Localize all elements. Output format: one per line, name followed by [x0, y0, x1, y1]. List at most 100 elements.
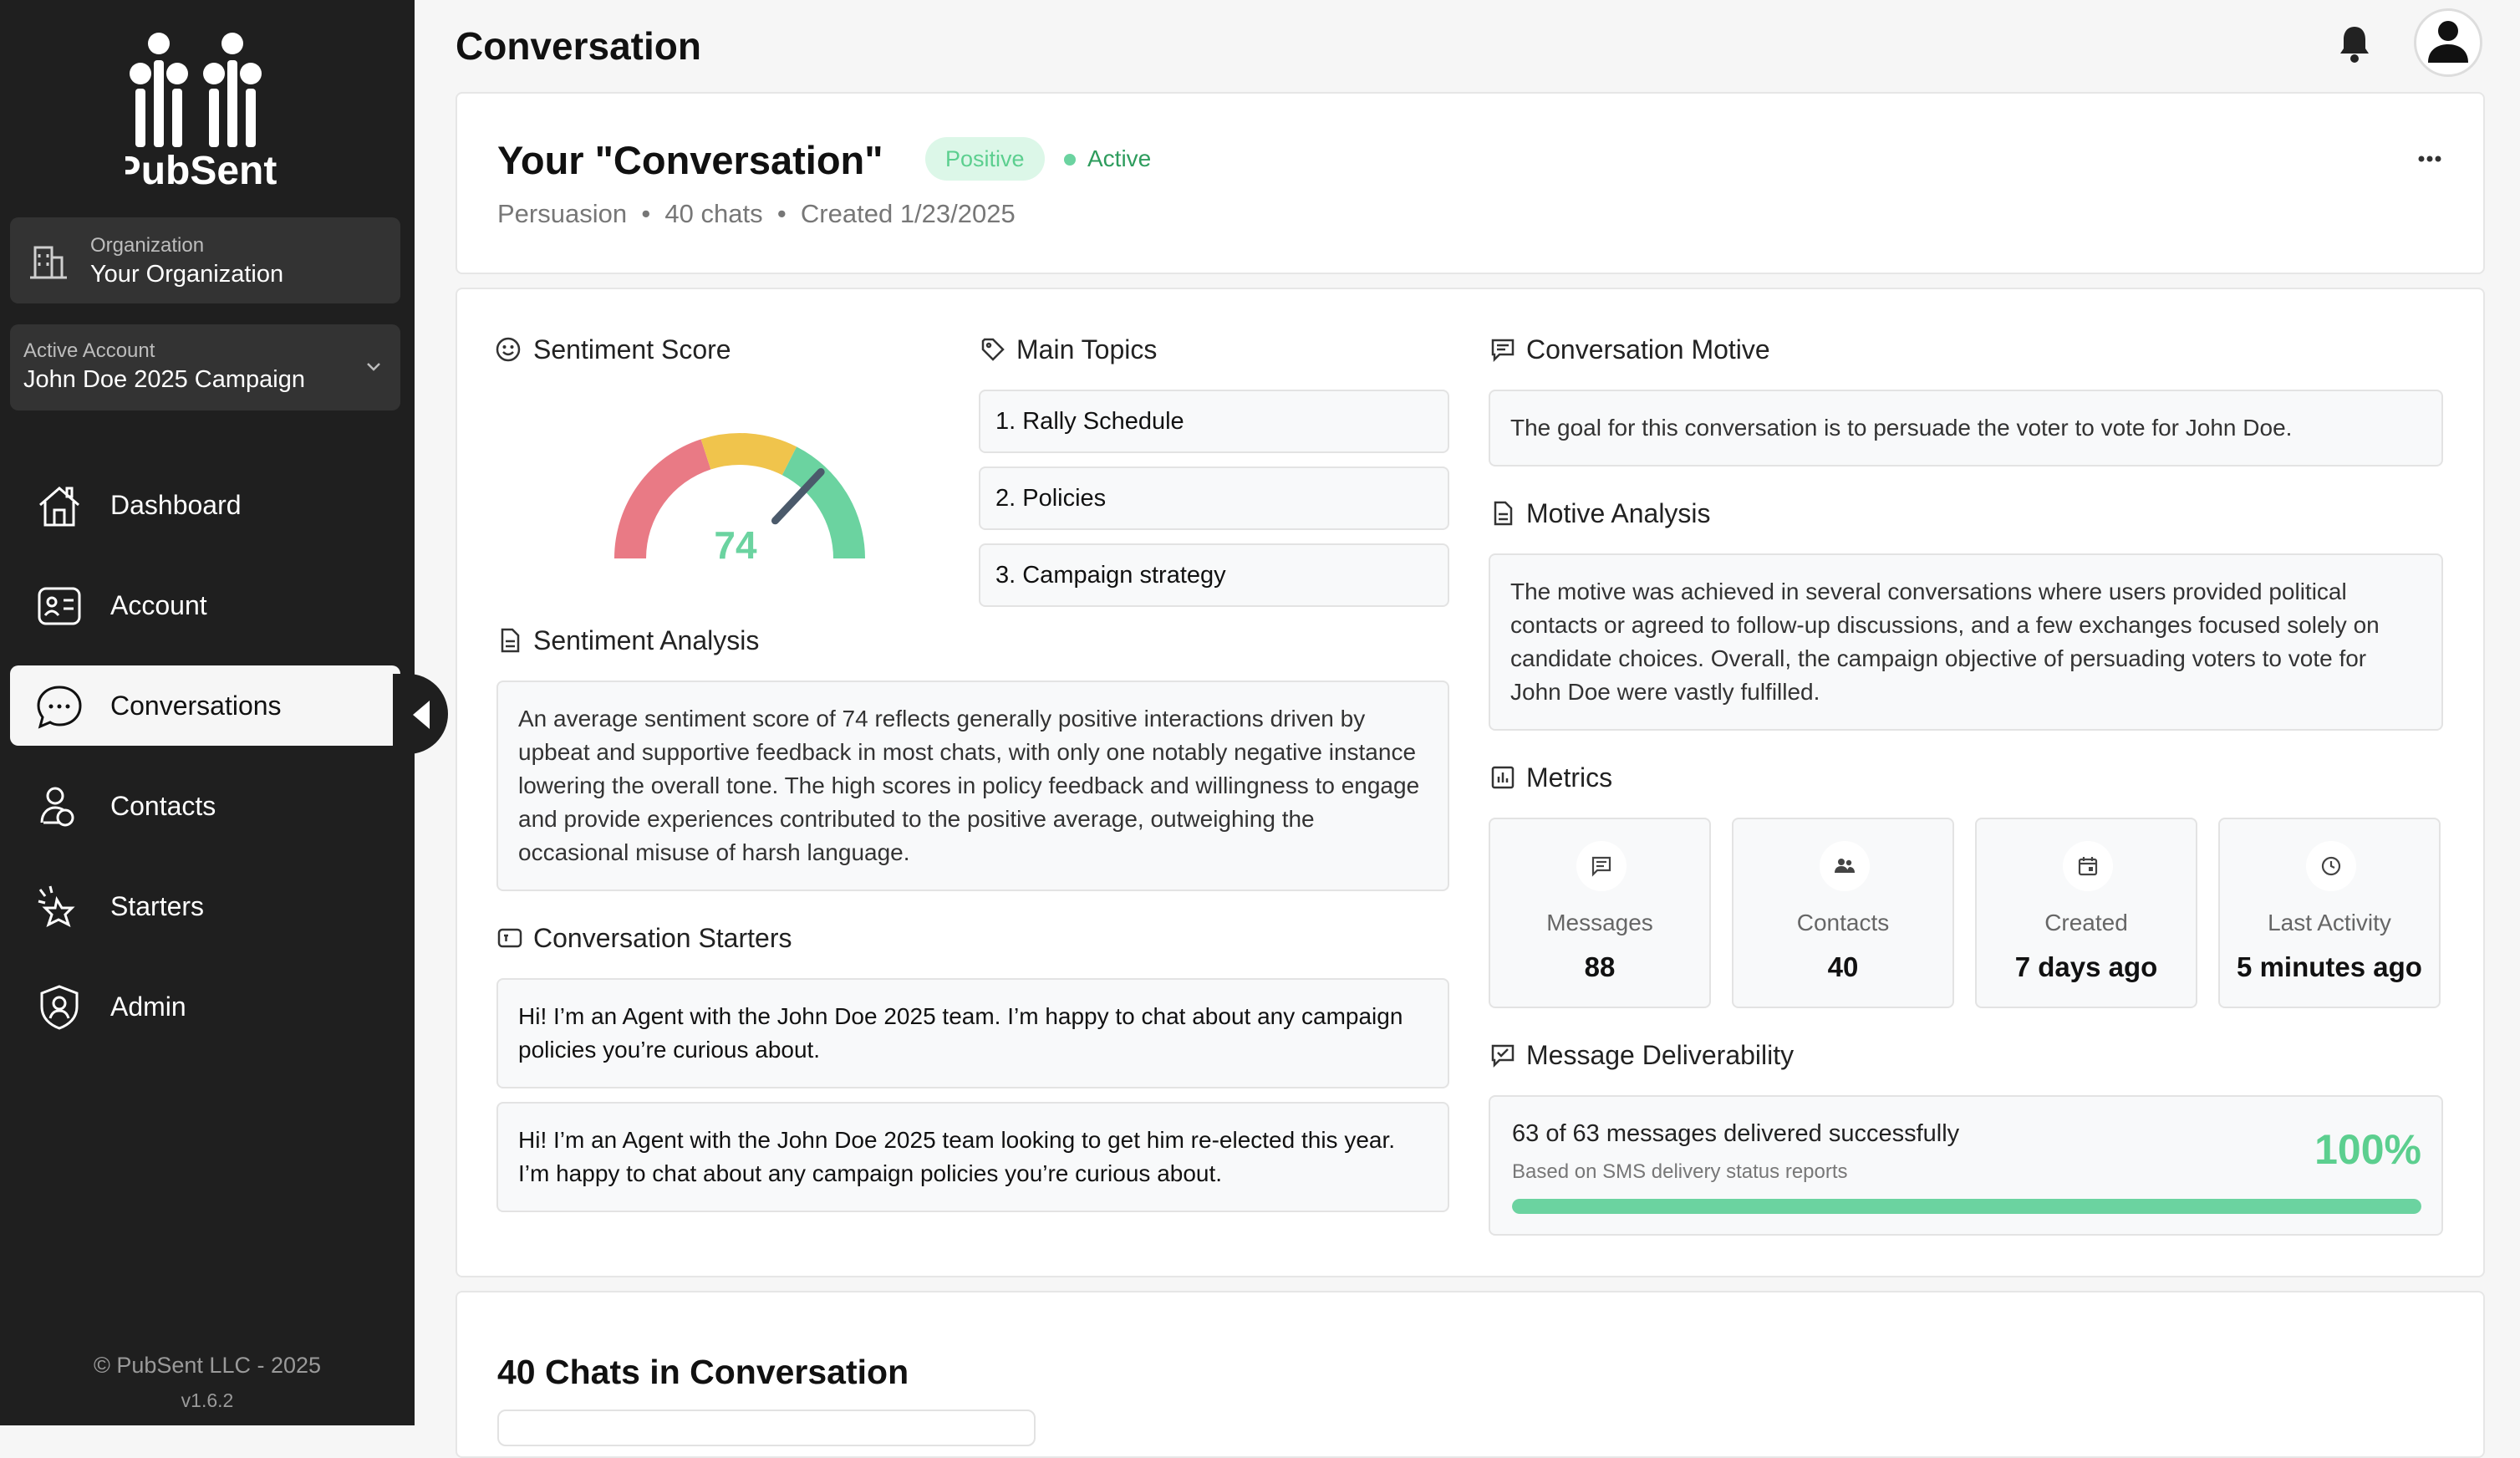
starter-item: Hi! I’m an Agent with the John Doe 2025 …	[496, 978, 1449, 1088]
shield-user-icon	[40, 985, 79, 1030]
sentiment-score-value: 74	[714, 523, 757, 567]
tag-icon	[981, 338, 1005, 361]
metric-label: Last Activity	[2268, 910, 2391, 935]
conversation-header-card: Your "Conversation" Positive Active Pers…	[456, 92, 2485, 274]
nav-conversations[interactable]: Conversations	[10, 665, 400, 746]
chats-search-input[interactable]	[497, 1410, 1036, 1446]
document-icon	[1494, 501, 1513, 526]
deliverability-note: Based on SMS delivery status reports	[1512, 1160, 1848, 1183]
active-account-name: John Doe 2025 Campaign	[23, 366, 305, 393]
caret-left-icon	[413, 701, 430, 729]
active-account-label: Active Account	[23, 339, 155, 362]
message-icon	[1591, 856, 1611, 877]
active-account-selector[interactable]: Active Account John Doe 2025 Campaign	[10, 324, 400, 410]
nav-contacts-label: Contacts	[110, 791, 216, 821]
organization-selector[interactable]: Organization Your Organization	[10, 217, 400, 303]
sidebar-collapse-toggle[interactable]	[393, 674, 448, 754]
clock-icon	[2321, 856, 2341, 876]
nav-conversations-label: Conversations	[110, 691, 282, 721]
conversation-motive-text: The goal for this conversation is to per…	[1489, 390, 2443, 466]
sentiment-analysis-text: An average sentiment score of 74 reflect…	[496, 681, 1449, 891]
nav-dashboard[interactable]: Dashboard	[10, 465, 400, 545]
deliverability-progress-fill	[1512, 1199, 2421, 1214]
people-icon	[1835, 859, 1855, 873]
home-icon	[39, 487, 79, 527]
version-text: v1.6.2	[181, 1389, 234, 1411]
bar-chart-icon	[1491, 766, 1515, 789]
users-icon	[40, 787, 74, 827]
motive-analysis-text: The motive was achieved in several conve…	[1489, 553, 2443, 731]
nav-contacts[interactable]: Contacts	[10, 766, 400, 846]
page-title: Conversation	[456, 24, 701, 68]
sentiment-analysis-title: Sentiment Analysis	[533, 625, 760, 655]
conversation-type: Persuasion	[497, 199, 628, 228]
metric-label: Contacts	[1796, 910, 1890, 935]
metric-label: Messages	[1546, 910, 1653, 935]
chats-section-title: 40 Chats in Conversation	[497, 1353, 909, 1391]
conversation-created: Created 1/23/2025	[800, 199, 1016, 228]
conversation-starters-title: Conversation Starters	[533, 923, 792, 953]
building-icon	[30, 246, 67, 279]
calendar-icon	[2078, 857, 2098, 876]
smiley-icon	[496, 337, 521, 362]
organization-label: Organization	[90, 234, 205, 257]
metric-value: 88	[1584, 951, 1616, 982]
sidebar: PubSent Organization Your Organization A…	[0, 0, 415, 1425]
status-dot	[1064, 154, 1076, 166]
metric-value: 7 days ago	[2014, 951, 2158, 982]
metric-value: 40	[1827, 951, 1859, 982]
starter-item: Hi! I’m an Agent with the John Doe 2025 …	[496, 1102, 1449, 1212]
message-check-icon	[1491, 1044, 1515, 1068]
sentiment-score-title: Sentiment Score	[533, 334, 731, 364]
pubsent-logo[interactable]: PubSent	[115, 25, 293, 193]
nav-dashboard-label: Dashboard	[110, 490, 242, 520]
motive-analysis-title: Motive Analysis	[1526, 498, 1711, 528]
status-label: Active	[1087, 145, 1152, 171]
conversation-title: Your "Conversation"	[497, 138, 883, 182]
topic-item: 2. Policies	[979, 466, 1449, 530]
user-silhouette-icon	[2428, 21, 2468, 63]
more-options-icon[interactable]	[2405, 149, 2455, 169]
conversation-motive-title: Conversation Motive	[1526, 334, 1770, 364]
conversation-chats-count: 40 chats	[664, 199, 763, 228]
conversation-meta: Persuasion • 40 chats • Created 1/23/202…	[497, 199, 1016, 228]
nav-account-label: Account	[110, 590, 207, 620]
user-avatar[interactable]	[2414, 8, 2482, 77]
chats-list-card: 40 Chats in Conversation	[456, 1291, 2485, 1458]
sentiment-badge: Positive	[925, 137, 1045, 181]
topic-item: 3. Campaign strategy	[979, 543, 1449, 607]
document-icon	[501, 628, 520, 653]
deliverability-progress-bar	[1512, 1199, 2421, 1214]
copyright-text: © PubSent LLC - 2025	[93, 1353, 322, 1378]
sparkle-burst-icon	[38, 885, 75, 927]
metric-last-activity: Last Activity 5 minutes ago	[2218, 818, 2441, 1008]
main-topics-title: Main Topics	[1016, 334, 1158, 364]
nav-admin-label: Admin	[110, 992, 186, 1022]
message-deliverability-title: Message Deliverability	[1526, 1040, 1795, 1070]
deliverability-panel: 63 of 63 messages delivered successfully…	[1489, 1095, 2443, 1236]
id-card-icon	[38, 587, 81, 625]
metric-value: 5 minutes ago	[2237, 951, 2422, 982]
metrics-title: Metrics	[1526, 762, 1613, 793]
gauge-segment-2	[700, 433, 797, 476]
topic-item: 1. Rally Schedule	[979, 390, 1449, 453]
sentiment-gauge: 74	[614, 433, 865, 567]
comment-icon	[1491, 339, 1515, 363]
organization-name: Your Organization	[90, 261, 284, 288]
deliverability-summary: 63 of 63 messages delivered successfully	[1512, 1120, 1960, 1147]
deliverability-percent: 100%	[2314, 1126, 2421, 1173]
chat-bubble-icon	[37, 686, 82, 729]
notification-bell-icon[interactable]	[2336, 23, 2373, 64]
nav-account[interactable]: Account	[10, 565, 400, 645]
nav-admin[interactable]: Admin	[10, 966, 400, 1047]
gauge-segment-1	[614, 439, 711, 558]
message-square-icon	[497, 928, 522, 948]
metric-label: Created	[2044, 910, 2128, 935]
metric-contacts: Contacts 40	[1732, 818, 1954, 1008]
chevron-down-icon	[367, 363, 380, 371]
nav-starters[interactable]: Starters	[10, 866, 400, 946]
nav-starters-label: Starters	[110, 891, 205, 921]
svg-text:PubSent: PubSent	[125, 149, 277, 192]
metric-messages: Messages 88	[1489, 818, 1711, 1008]
metric-created: Created 7 days ago	[1975, 818, 2197, 1008]
